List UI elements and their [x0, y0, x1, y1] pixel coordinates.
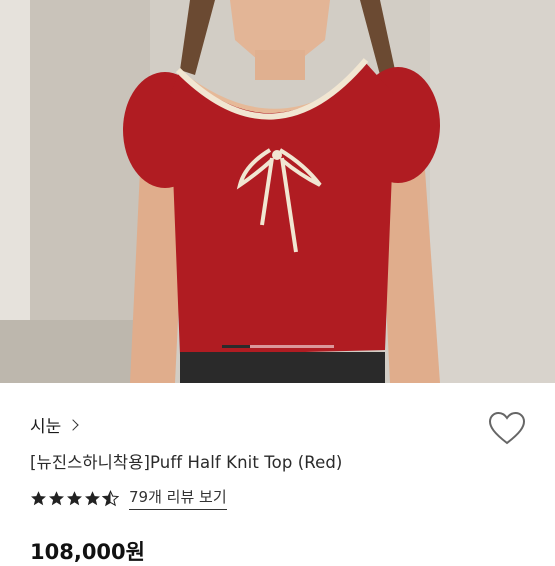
brand-link[interactable]: 시눈: [30, 412, 79, 437]
image-pager-active: [222, 345, 250, 348]
product-image[interactable]: [0, 0, 555, 383]
chevron-right-icon: [67, 419, 79, 431]
half-star-icon: [102, 489, 119, 506]
review-link[interactable]: 79개 리뷰 보기: [129, 486, 227, 510]
star-icon: [49, 490, 64, 505]
star-icon: [67, 490, 82, 505]
heart-icon[interactable]: [488, 411, 526, 447]
rating-row: 79개 리뷰 보기: [30, 486, 227, 510]
product-title: [뉴진스하니착용]Puff Half Knit Top (Red): [30, 453, 343, 472]
product-price: 108,000원: [30, 540, 145, 564]
star-icon: [85, 490, 100, 505]
image-pager: [222, 345, 334, 348]
star-icon: [31, 490, 46, 505]
brand-name: 시눈: [30, 417, 62, 437]
product-photo: [0, 0, 555, 383]
star-rating: [30, 489, 119, 507]
